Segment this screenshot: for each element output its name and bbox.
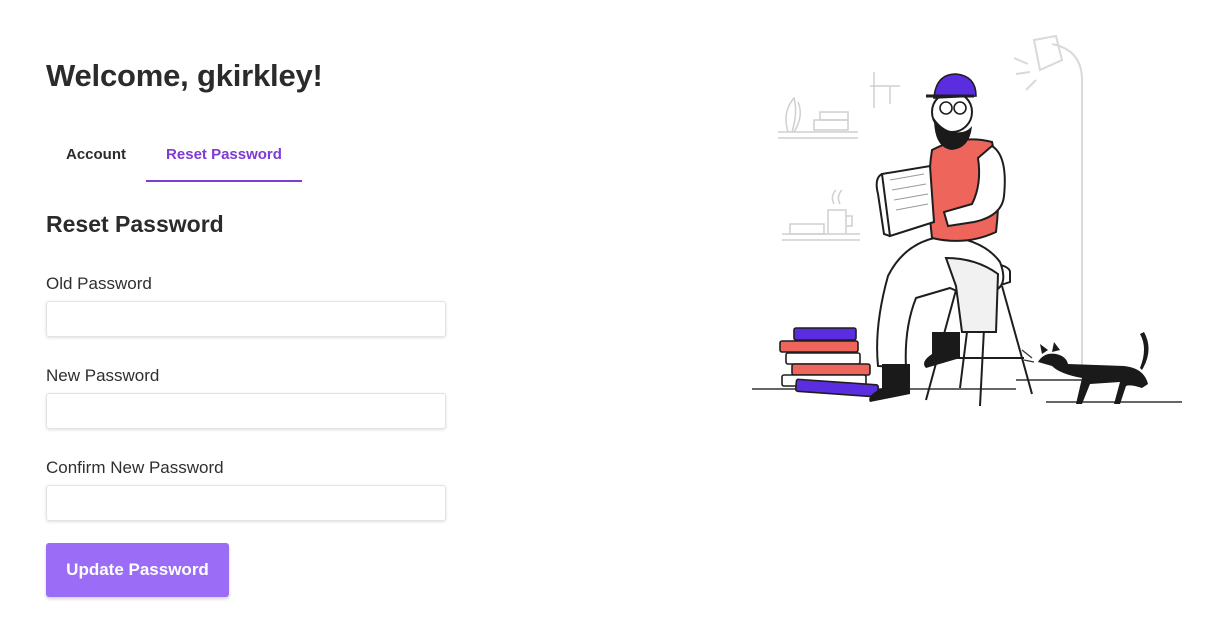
old-password-label: Old Password — [46, 274, 152, 293]
update-password-button[interactable]: Update Password — [46, 543, 229, 597]
reading-man-illustration — [752, 34, 1182, 407]
welcome-heading: Welcome, gkirkley! — [46, 58, 323, 93]
section-title: Reset Password — [46, 211, 224, 237]
confirm-password-input[interactable] — [46, 485, 446, 521]
new-password-input[interactable] — [46, 393, 446, 429]
active-tab-indicator — [146, 180, 302, 182]
tab-bar: Account Reset Password — [46, 128, 466, 184]
old-password-input[interactable] — [46, 301, 446, 337]
tab-account[interactable]: Account — [46, 128, 146, 182]
tab-reset-password[interactable]: Reset Password — [146, 128, 302, 182]
confirm-password-label: Confirm New Password — [46, 458, 224, 477]
new-password-label: New Password — [46, 366, 160, 385]
